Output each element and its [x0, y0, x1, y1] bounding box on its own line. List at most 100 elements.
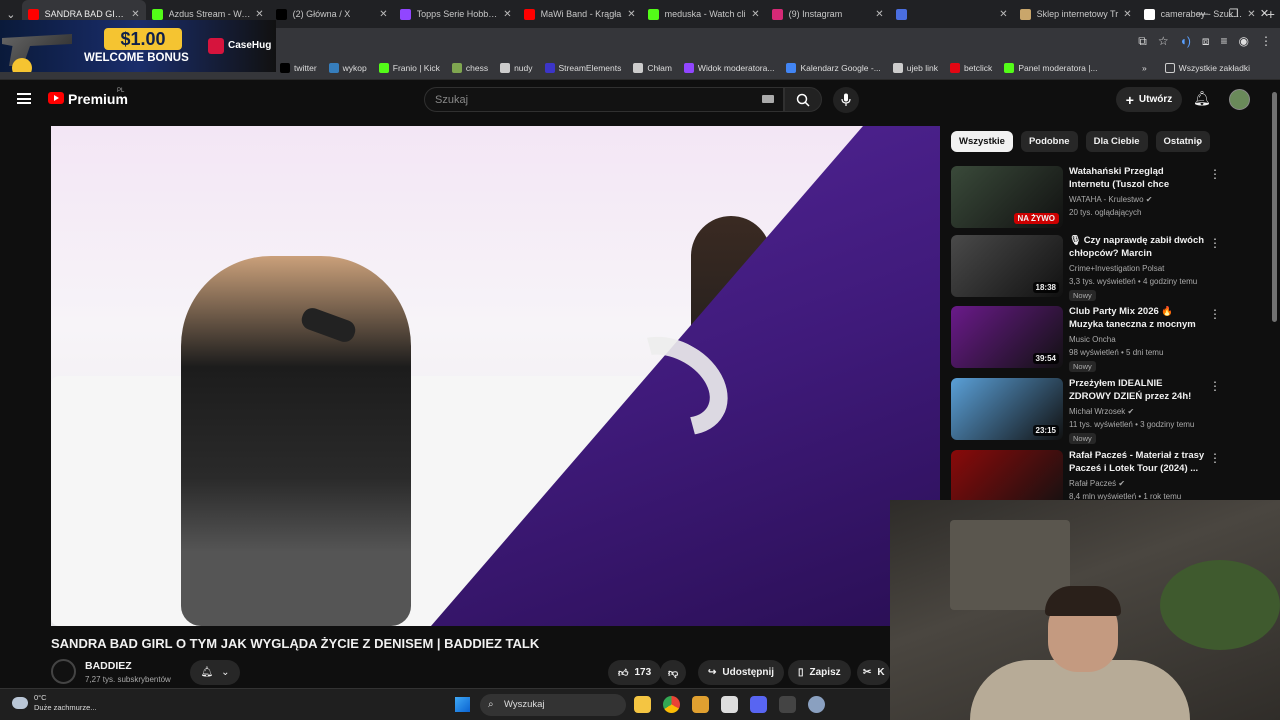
- more-options-icon[interactable]: ⋮: [1209, 167, 1221, 181]
- recommended-channel[interactable]: Crime+Investigation Polsat: [1069, 264, 1164, 273]
- recommended-title[interactable]: Przeżyłem IDEALNIE ZDROWY DZIEŃ przez 24…: [1069, 378, 1205, 403]
- weather-widget[interactable]: 0°C Duże zachmurze...: [12, 693, 97, 713]
- settings-icon[interactable]: [808, 696, 825, 713]
- chips-next-icon[interactable]: ›: [1196, 134, 1201, 150]
- discord-icon[interactable]: [750, 696, 767, 713]
- video-thumbnail[interactable]: NA ŻYWO: [951, 166, 1063, 228]
- bookmark-item[interactable]: Kalendarz Google -...: [786, 62, 881, 73]
- recommended-channel[interactable]: WATAHA - Krulestwo ✔: [1069, 195, 1152, 204]
- browser-tab[interactable]: Topps Serie Hobby B ✕: [394, 0, 518, 28]
- user-avatar[interactable]: [1229, 89, 1250, 110]
- chrome-icon[interactable]: [663, 696, 680, 713]
- like-button[interactable]: 👍︎ 173: [608, 660, 662, 685]
- browser-tab[interactable]: meduska - Watch cli ✕: [642, 0, 766, 28]
- bookmark-item[interactable]: ujeb link: [892, 62, 938, 73]
- terminal-icon[interactable]: [779, 696, 796, 713]
- notifications-bell-icon[interactable]: 🔔︎: [1193, 90, 1211, 107]
- video-thumbnail[interactable]: 18:38: [951, 235, 1063, 297]
- voice-search-button[interactable]: [833, 87, 859, 113]
- more-options-icon[interactable]: ⋮: [1209, 236, 1221, 250]
- video-player[interactable]: [51, 126, 940, 626]
- recommended-video[interactable]: NA ŻYWO Watahański Przegląd Internetu (T…: [951, 166, 1221, 230]
- bookmark-item[interactable]: Widok moderatora...: [683, 62, 774, 73]
- bookmark-item[interactable]: wykop: [328, 62, 367, 73]
- all-bookmarks-folder[interactable]: Wszystkie zakładki: [1164, 62, 1250, 73]
- save-button[interactable]: ▯ Zapisz: [788, 660, 851, 685]
- filter-chip[interactable]: Wszystkie: [951, 131, 1013, 152]
- casehug-ad-banner[interactable]: $1.00 WELCOME BONUS CaseHug: [0, 20, 276, 72]
- snipping-tool-icon[interactable]: [721, 696, 738, 713]
- menu-icon[interactable]: [17, 93, 31, 104]
- bookmark-item[interactable]: twitter: [280, 62, 317, 73]
- video-thumbnail[interactable]: 23:15: [951, 378, 1063, 440]
- recommended-channel[interactable]: Michał Wrzosek ✔: [1069, 407, 1134, 416]
- close-tab-icon[interactable]: ✕: [627, 9, 635, 20]
- recommended-video[interactable]: 23:15 Przeżyłem IDEALNIE ZDROWY DZIEŃ pr…: [951, 378, 1221, 444]
- extension-audio-icon[interactable]: ◖): [1180, 34, 1191, 49]
- close-tab-icon[interactable]: ✕: [875, 9, 883, 20]
- search-input[interactable]: Szukaj: [424, 87, 784, 112]
- bookmark-item[interactable]: Panel moderatora |...: [1004, 62, 1098, 73]
- bookmark-item[interactable]: betclick: [949, 62, 992, 73]
- file-explorer-icon[interactable]: [634, 696, 651, 713]
- browser-tab[interactable]: Sklep internetowy Tr ✕: [1014, 0, 1138, 28]
- recommended-title[interactable]: Rafał Pacześ - Materiał z trasy Pacześ i…: [1069, 450, 1205, 475]
- more-options-icon[interactable]: ⋮: [1209, 451, 1221, 465]
- taskbar-search[interactable]: ⌕ Wyszukaj: [480, 694, 626, 716]
- profile-icon[interactable]: ◉: [1239, 34, 1249, 49]
- browser-menu-icon[interactable]: ⋮: [1260, 34, 1272, 49]
- dislike-button[interactable]: 👎︎: [660, 660, 687, 685]
- share-button[interactable]: ↪ Udostępnij: [698, 660, 785, 685]
- extensions-puzzle-icon[interactable]: ⧈: [1202, 34, 1210, 49]
- video-thumbnail[interactable]: 39:54: [951, 306, 1063, 368]
- more-options-icon[interactable]: ⋮: [1209, 307, 1221, 321]
- youtube-logo-icon[interactable]: [48, 92, 64, 104]
- browser-tab[interactable]: (9) Instagram ✕: [766, 0, 890, 28]
- recommended-title[interactable]: Watahański Przegląd Internetu (Tuszol ch…: [1069, 166, 1205, 192]
- close-tab-icon[interactable]: ✕: [751, 9, 759, 20]
- bookmark-item[interactable]: nudy: [500, 62, 533, 73]
- bookmark-item[interactable]: chess: [451, 62, 488, 73]
- more-options-icon[interactable]: ⋮: [1209, 379, 1221, 393]
- close-tab-icon[interactable]: ✕: [503, 9, 511, 20]
- media-queue-icon[interactable]: ≡: [1221, 34, 1228, 49]
- window-icon: [895, 8, 907, 20]
- browser-tab[interactable]: ✕: [890, 0, 1014, 28]
- bookmark-item[interactable]: Franio | Kick: [378, 62, 440, 73]
- windows-start-icon[interactable]: [455, 697, 470, 712]
- browser-tab[interactable]: MaWi Band - Krągła ✕: [518, 0, 642, 28]
- channel-name[interactable]: BADDIEZ: [85, 660, 132, 672]
- maximize-icon[interactable]: ❐: [1218, 0, 1249, 28]
- bookmark-star-icon[interactable]: ☆: [1158, 34, 1169, 49]
- recommended-channel[interactable]: Music Oncha: [1069, 335, 1116, 344]
- close-window-icon[interactable]: ✕: [1249, 0, 1280, 28]
- search-button[interactable]: [784, 87, 822, 112]
- bookmark-item[interactable]: StreamElements: [544, 62, 621, 73]
- clip-button[interactable]: ✂ K: [857, 660, 890, 685]
- recommended-video[interactable]: 39:54 Club Party Mix 2026 🔥 Muzyka tanec…: [951, 306, 1221, 372]
- browser-tab[interactable]: (2) Główna / X ✕: [270, 0, 394, 28]
- recommended-title[interactable]: Club Party Mix 2026 🔥 Muzyka taneczna z …: [1069, 306, 1205, 332]
- install-app-icon[interactable]: ⧉: [1138, 34, 1147, 49]
- keyboard-icon[interactable]: [762, 95, 774, 103]
- close-tab-icon[interactable]: ✕: [255, 9, 263, 20]
- close-tab-icon[interactable]: ✕: [131, 9, 139, 20]
- channel-avatar[interactable]: [51, 659, 76, 684]
- bookmarks-chevron-icon[interactable]: »: [1142, 63, 1147, 73]
- minimize-icon[interactable]: —: [1187, 0, 1218, 28]
- page-scrollbar[interactable]: [1272, 92, 1277, 322]
- filter-chip[interactable]: Podobne: [1020, 131, 1078, 152]
- app-icon[interactable]: [692, 696, 709, 713]
- filter-chip[interactable]: Ostatnio: [1155, 131, 1211, 152]
- close-tab-icon[interactable]: ✕: [999, 9, 1007, 20]
- scissors-icon: ✂: [863, 667, 872, 678]
- create-button[interactable]: + Utwórz: [1116, 87, 1182, 112]
- close-tab-icon[interactable]: ✕: [379, 9, 387, 20]
- recommended-title[interactable]: 🎙 Czy naprawdę zabił dwóch chłopców? Mar…: [1069, 235, 1205, 261]
- bookmark-item[interactable]: Chłam: [633, 62, 672, 73]
- recommended-video[interactable]: 18:38 🎙 Czy naprawdę zabił dwóch chłopcó…: [951, 235, 1221, 301]
- recommended-channel[interactable]: Rafał Pacześ ✔: [1069, 479, 1125, 488]
- subscription-bell-button[interactable]: 🔔︎ ⌄: [190, 660, 240, 685]
- filter-chip[interactable]: Dla Ciebie: [1085, 131, 1148, 152]
- close-tab-icon[interactable]: ✕: [1123, 9, 1131, 20]
